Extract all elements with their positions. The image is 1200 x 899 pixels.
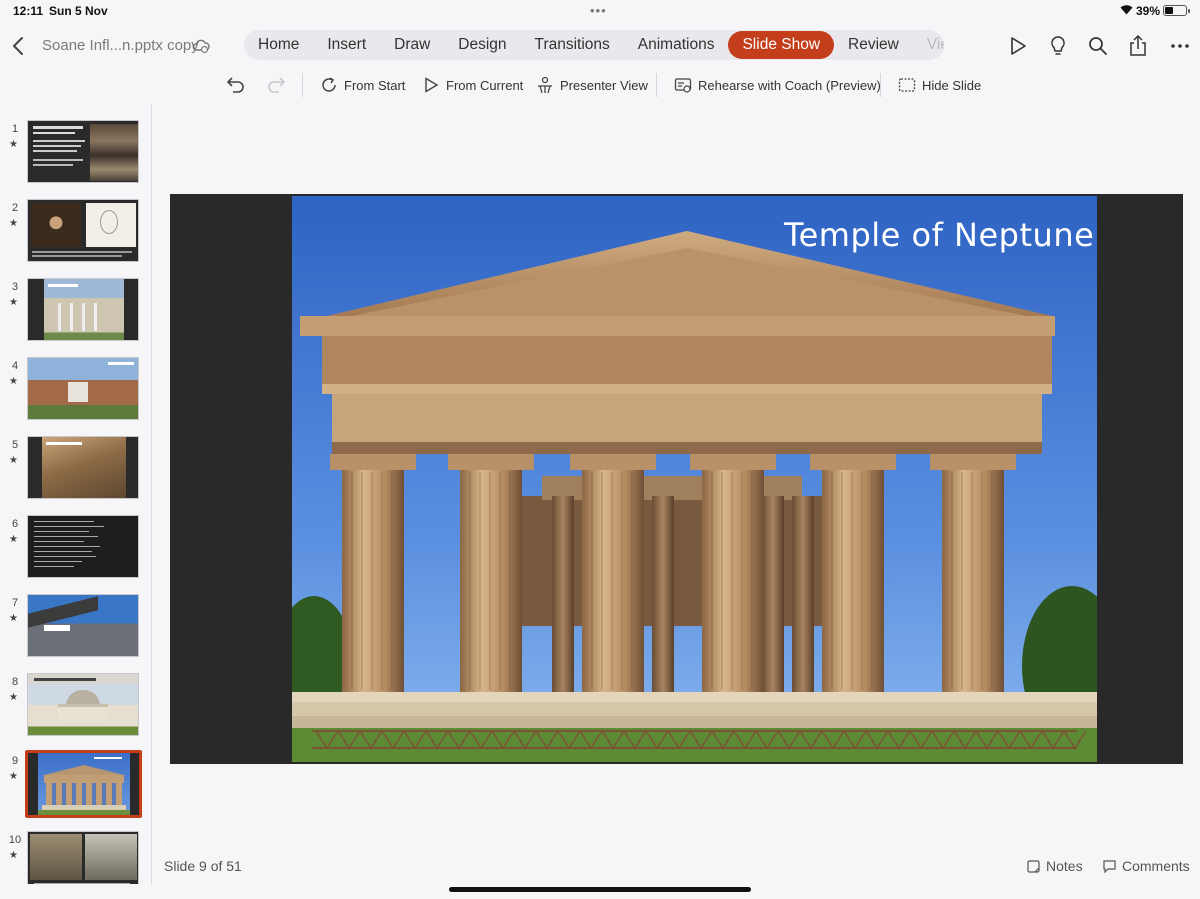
clock: 12:11	[13, 4, 44, 18]
restart-icon	[322, 77, 336, 92]
battery-icon	[1163, 5, 1190, 16]
cloud-sync-icon[interactable]	[192, 37, 210, 55]
from-start-button[interactable]: From Start	[320, 74, 405, 96]
temple-image	[292, 196, 1097, 762]
notes-label: Notes	[1046, 858, 1083, 874]
slide-thumbnail-panel: 1 ★ 2 ★ 3 ★ 4 ★ 5 ★ 6 ★ 7 ★ 8 ★ 9 ★ 10 ★	[0, 104, 152, 884]
status-bar: 12:11 Sun 5 Nov ••• 39%	[0, 0, 1200, 22]
slide-thumbnail-8[interactable]: 8 ★	[0, 662, 150, 736]
slide-counter: Slide 9 of 51	[164, 858, 242, 874]
ribbon-tabs: Home Insert Draw Design Transitions Anim…	[244, 30, 944, 60]
slide-thumbnail-9[interactable]: 9 ★	[0, 741, 150, 818]
tab-transitions[interactable]: Transitions	[521, 31, 624, 59]
presenter-icon	[538, 76, 552, 94]
undo-icon	[226, 77, 244, 93]
tab-review[interactable]: Review	[834, 31, 913, 59]
play-outline-icon	[425, 77, 439, 93]
slide-thumbnail-5[interactable]: 5 ★	[0, 425, 150, 499]
thumbnail-preview	[25, 750, 142, 818]
thumbnail-number: 6	[11, 518, 19, 530]
more-icon[interactable]	[1168, 34, 1192, 58]
thumbnail-number: 2	[11, 202, 19, 214]
from-current-label: From Current	[446, 77, 524, 93]
notes-icon	[1027, 859, 1040, 873]
star-icon: ★	[9, 455, 18, 466]
thumbnail-preview	[27, 357, 139, 420]
thumbnail-number: 1	[11, 123, 19, 135]
thumbnail-number: 10	[8, 834, 22, 846]
thumbnail-number: 5	[11, 439, 19, 451]
slide-thumbnail-3[interactable]: 3 ★	[0, 267, 150, 341]
rehearse-icon	[674, 78, 692, 93]
slideshow-ribbon: From Start From Current Presenter View R…	[0, 70, 1200, 100]
thumbnail-number: 3	[11, 281, 19, 293]
redo-icon	[268, 77, 286, 93]
thumbnail-preview	[27, 594, 139, 657]
home-indicator[interactable]	[449, 887, 751, 892]
from-start-label: From Start	[344, 77, 406, 93]
thumbnail-preview	[27, 436, 139, 499]
tab-animations[interactable]: Animations	[624, 31, 729, 59]
slide-thumbnail-4[interactable]: 4 ★	[0, 346, 150, 420]
slide-thumbnail-6[interactable]: 6 ★	[0, 504, 150, 578]
star-icon: ★	[9, 613, 18, 624]
tab-insert[interactable]: Insert	[313, 31, 380, 59]
share-icon[interactable]	[1126, 34, 1150, 58]
presenter-view-button[interactable]: Presenter View	[536, 74, 648, 96]
comments-button[interactable]: Comments	[1103, 858, 1190, 874]
search-icon[interactable]	[1086, 34, 1110, 58]
tab-design[interactable]: Design	[444, 31, 520, 59]
chevron-left-icon	[12, 37, 23, 55]
play-icon[interactable]	[1006, 34, 1030, 58]
tab-slide-show[interactable]: Slide Show	[728, 31, 835, 59]
thumbnail-preview	[27, 199, 139, 262]
star-icon: ★	[9, 297, 18, 308]
lightbulb-icon[interactable]	[1046, 34, 1070, 58]
star-icon: ★	[9, 534, 18, 545]
slide-thumbnail-2[interactable]: 2 ★	[0, 188, 150, 262]
battery-percent: 39%	[1136, 4, 1161, 18]
comments-label: Comments	[1122, 858, 1190, 874]
star-icon: ★	[9, 139, 18, 150]
thumbnail-number: 8	[11, 676, 19, 688]
tab-draw[interactable]: Draw	[380, 31, 444, 59]
wifi-icon	[1120, 4, 1133, 18]
star-icon: ★	[9, 771, 18, 782]
star-icon: ★	[9, 376, 18, 387]
star-icon: ★	[9, 692, 18, 703]
hide-slide-label: Hide Slide	[922, 77, 982, 93]
thumbnail-preview	[27, 673, 139, 736]
redo-button[interactable]	[266, 74, 292, 96]
document-title[interactable]: Soane Infl...n.pptx copy	[42, 37, 199, 54]
thumbnail-number: 9	[11, 755, 19, 767]
multitask-dots-icon[interactable]: •••	[590, 3, 607, 18]
tab-view[interactable]: View	[913, 31, 944, 59]
current-slide[interactable]: Temple of Neptune	[170, 194, 1183, 764]
thumbnail-preview	[27, 278, 139, 341]
slide-thumbnail-1[interactable]: 1 ★	[0, 109, 150, 183]
from-current-button[interactable]: From Current	[422, 74, 523, 96]
hide-slide-icon	[898, 78, 916, 92]
top-toolbar: Soane Infl...n.pptx copy Home Insert Dra…	[0, 26, 1200, 66]
tab-home[interactable]: Home	[244, 31, 313, 59]
rehearse-label: Rehearse with Coach (Preview)	[698, 77, 881, 93]
presenter-view-label: Presenter View	[560, 77, 648, 93]
bottom-bar: Slide 9 of 51 Notes Comments	[0, 852, 1200, 882]
undo-button[interactable]	[226, 74, 252, 96]
thumbnail-number: 7	[11, 597, 19, 609]
slide-title[interactable]: Temple of Neptune	[784, 216, 1094, 254]
date: Sun 5 Nov	[49, 4, 108, 18]
thumbnail-preview	[27, 120, 139, 183]
back-button[interactable]	[8, 34, 30, 58]
thumbnail-number: 4	[11, 360, 19, 372]
temple-photo[interactable]: Temple of Neptune	[292, 196, 1097, 762]
star-icon: ★	[9, 218, 18, 229]
hide-slide-button[interactable]: Hide Slide	[898, 74, 981, 96]
slide-thumbnail-7[interactable]: 7 ★	[0, 583, 150, 657]
rehearse-button[interactable]: Rehearse with Coach (Preview)	[674, 74, 881, 96]
thumbnail-preview	[27, 515, 139, 578]
notes-button[interactable]: Notes	[1027, 858, 1083, 874]
comment-icon	[1103, 859, 1116, 873]
